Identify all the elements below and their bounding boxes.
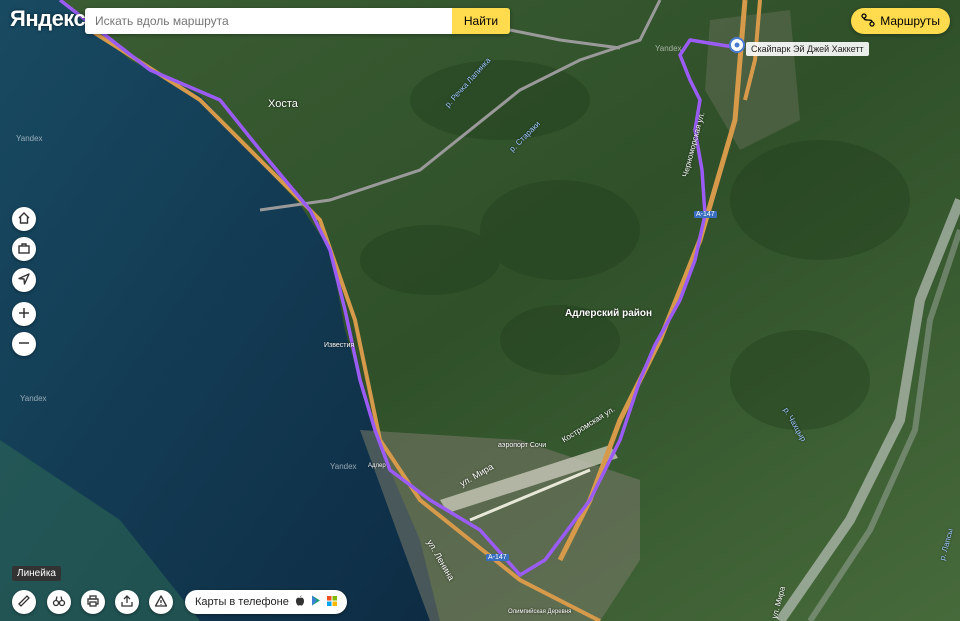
label-adler: Адлер <box>368 463 386 469</box>
maps-in-phone-button[interactable]: Карты в телефоне <box>185 590 347 614</box>
destination-name: Скайпарк Эй Джей Хаккетт <box>751 44 864 54</box>
maps-in-phone-label: Карты в телефоне <box>195 596 289 608</box>
share-icon <box>120 594 134 611</box>
briefcase-button[interactable] <box>12 237 36 261</box>
search-bar: Найти <box>85 8 510 34</box>
warning-icon <box>154 594 168 611</box>
watermark: Yandex <box>20 394 47 403</box>
label-izvestiya: Известия <box>324 342 355 349</box>
yandex-logo[interactable]: Яндекс <box>10 6 86 32</box>
report-problem-button[interactable] <box>149 590 173 614</box>
share-button[interactable] <box>115 590 139 614</box>
print-button[interactable] <box>81 590 105 614</box>
locate-button[interactable] <box>12 268 36 292</box>
label-airport: аэропорт Сочи <box>498 442 547 449</box>
home-icon <box>17 211 31 228</box>
road-badge-top: А-147 <box>694 211 717 218</box>
home-button[interactable] <box>12 207 36 231</box>
destination-marker <box>729 37 745 53</box>
satellite-map[interactable] <box>0 0 960 621</box>
minus-icon <box>17 336 31 353</box>
road-badge-bottom: А-147 <box>486 554 509 561</box>
watermark: Yandex <box>655 44 682 53</box>
watermark: Yandex <box>16 134 43 143</box>
search-input[interactable] <box>85 8 452 34</box>
destination-label[interactable]: B Скайпарк Эй Джей Хаккетт <box>746 42 869 56</box>
routes-button-label: Маршруты <box>880 14 940 28</box>
label-adler-district: Адлерский район <box>565 308 653 319</box>
label-khosta: Хоста <box>268 98 298 110</box>
plus-icon <box>17 306 31 323</box>
windows-icon <box>326 595 337 609</box>
route-icon <box>861 12 875 30</box>
briefcase-icon <box>17 241 31 258</box>
printer-icon <box>86 594 100 611</box>
routes-button[interactable]: Маршруты <box>851 8 950 34</box>
apple-icon <box>295 595 305 609</box>
zoom-out-button[interactable] <box>12 332 36 356</box>
label-olympic-village: Олимпийская Деревня <box>508 609 572 615</box>
ruler-tooltip: Линейка <box>12 566 61 581</box>
ruler-icon <box>17 594 31 611</box>
panorama-button[interactable] <box>47 590 71 614</box>
search-button[interactable]: Найти <box>452 8 510 34</box>
zoom-in-button[interactable] <box>12 302 36 326</box>
watermark: Yandex <box>330 462 357 471</box>
binoculars-icon <box>52 594 66 611</box>
google-play-icon <box>311 595 321 609</box>
locate-arrow-icon <box>17 272 31 289</box>
ruler-button[interactable] <box>12 590 36 614</box>
